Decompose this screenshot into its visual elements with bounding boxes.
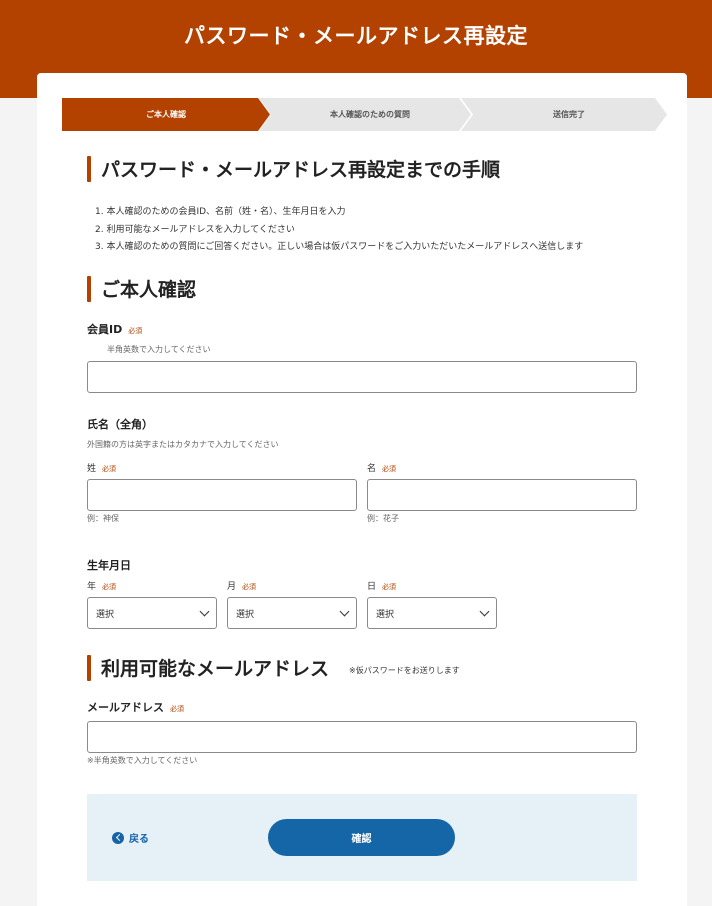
birth-label: 生年月日 — [87, 559, 131, 572]
birth-day-select[interactable]: 選択 — [367, 597, 497, 629]
required-badge: 必須 — [170, 705, 184, 713]
procedure-item: 3. 本人確認のための質問にご回答ください。正しい場合は仮パスワードをご入力いた… — [95, 242, 584, 252]
action-footer: 戻る 確認 — [87, 794, 637, 881]
identity-heading: ご本人確認 — [87, 275, 196, 302]
required-badge: 必須 — [382, 583, 397, 591]
first-name-input[interactable] — [367, 479, 637, 511]
procedure-list: 1. 本人確認のための会員ID、名前（姓・名）、生年月日を入力 2. 利用可能な… — [95, 204, 583, 257]
birth-year-label: 年必須 — [87, 582, 117, 592]
first-name-example: 例：花子 — [367, 514, 399, 523]
page-title: パスワード・メールアドレス再設定 — [184, 24, 528, 48]
heading-accent-bar — [87, 654, 91, 681]
heading-accent-bar — [87, 155, 91, 182]
heading-accent-bar — [87, 275, 91, 302]
required-badge: 必須 — [128, 327, 143, 335]
member-id-label: 会員ID 必須 — [87, 323, 143, 336]
required-badge: 必須 — [102, 465, 117, 473]
progress-stepper: ご本人確認 本人確認のための質問 送信完了 — [62, 98, 667, 131]
birth-month-select[interactable]: 選択 — [227, 597, 357, 629]
procedure-item: 2. 利用可能なメールアドレスを入力してください — [95, 224, 295, 235]
email-note: ※仮パスワードをお送りします — [349, 666, 460, 675]
member-id-input[interactable] — [87, 361, 637, 393]
procedure-heading: パスワード・メールアドレス再設定までの手順 — [87, 155, 500, 182]
last-name-example: 例：神保 — [87, 514, 119, 523]
last-name-input[interactable] — [87, 479, 357, 511]
email-heading: 利用可能なメールアドレス ※仮パスワードをお送りします — [87, 654, 460, 681]
step-question: 本人確認のための質問 — [259, 98, 471, 131]
chevron-left-circle-icon — [112, 831, 124, 844]
email-label: メールアドレス 必須 — [87, 701, 184, 714]
procedure-item: 1. 本人確認のための会員ID、名前（姓・名）、生年月日を入力 — [95, 207, 346, 217]
birth-day-label: 日必須 — [367, 582, 397, 592]
confirm-button[interactable]: 確認 — [268, 819, 455, 856]
required-badge: 必須 — [382, 465, 397, 473]
chevron-down-icon — [199, 606, 210, 617]
name-hint: 外国籍の方は英字またはカタカナで入力してください — [87, 440, 279, 449]
required-badge: 必須 — [102, 583, 117, 591]
email-hint: ※半角英数で入力してください — [87, 756, 198, 765]
chevron-down-icon — [479, 606, 490, 617]
name-label: 氏名（全角） — [87, 418, 153, 431]
step-identity: ご本人確認 — [62, 98, 270, 131]
last-name-label: 姓必須 — [87, 464, 117, 474]
step-complete: 送信完了 — [461, 98, 667, 131]
first-name-label: 名必須 — [367, 464, 397, 474]
back-link[interactable]: 戻る — [112, 830, 149, 845]
birth-year-select[interactable]: 選択 — [87, 597, 217, 629]
form-card: ご本人確認 本人確認のための質問 送信完了 パスワード・メールアドレス再設定まで… — [37, 73, 687, 906]
chevron-down-icon — [339, 606, 350, 617]
email-input[interactable] — [87, 721, 637, 753]
required-badge: 必須 — [242, 583, 257, 591]
birth-month-label: 月必須 — [227, 582, 257, 592]
member-id-hint: 半角英数で入力してください — [107, 345, 211, 354]
